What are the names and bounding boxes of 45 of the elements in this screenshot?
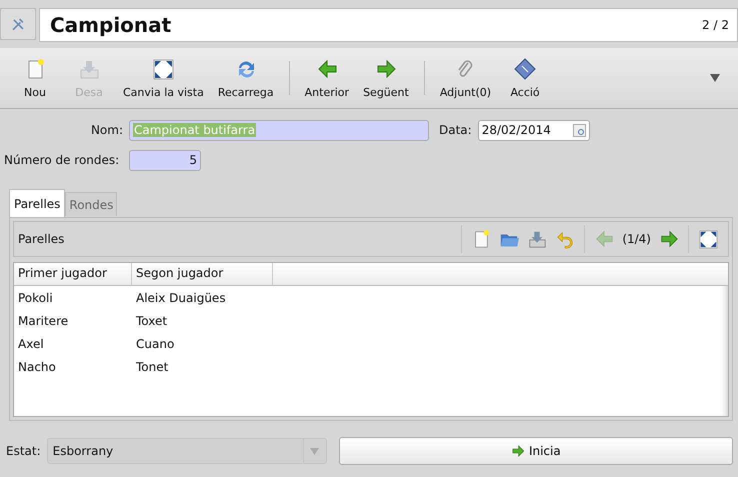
start-button[interactable]: Inicia: [338, 437, 733, 465]
column-header[interactable]: Primer jugador: [14, 263, 132, 285]
table-cell-text: Pokoli: [17, 290, 54, 304]
right-arrow-icon: [510, 444, 525, 458]
table-cell-text: Tonet: [135, 360, 170, 374]
date-field[interactable]: 28/02/2014: [478, 120, 590, 140]
right-arrow-icon: [659, 229, 679, 249]
dropdown-arrow-icon: [310, 448, 320, 454]
right-arrow-icon: [374, 58, 397, 80]
table-cell-text: Nacho: [17, 360, 57, 374]
panel-title: Parelles: [18, 232, 66, 246]
field-label: Número de rondes:: [4, 153, 120, 167]
state-dropdown[interactable]: Esborrany: [46, 438, 327, 464]
tab[interactable]: Parelles: [9, 189, 66, 217]
table-cell-text: Cuano: [135, 336, 176, 350]
toolbar-button[interactable]: Acció: [498, 54, 552, 102]
toolbar-button[interactable]: Anterior: [298, 54, 356, 102]
diamond-icon: [514, 58, 536, 80]
toolbar-button[interactable]: Següent: [356, 54, 416, 102]
field-label: Nom:: [90, 123, 123, 137]
field-label: Estat:: [6, 444, 41, 458]
left-arrow-icon: [594, 229, 614, 249]
table-cell-text: Maritere: [17, 314, 70, 328]
expand-icon: [152, 58, 174, 80]
left-arrow-icon: [316, 58, 338, 80]
dropdown-arrow-icon[interactable]: [710, 74, 720, 82]
tray-icon: [527, 229, 548, 249]
expand-icon: [698, 229, 718, 249]
calendar-icon[interactable]: [572, 124, 586, 136]
window-title: Campionat: [50, 13, 172, 37]
undo-icon: [555, 229, 576, 249]
toolbar-button[interactable]: Nou: [8, 54, 62, 102]
toolbar-button[interactable]: Adjunt(0): [432, 54, 498, 102]
record-counter: 2 / 2: [702, 18, 729, 32]
toolbar-button[interactable]: Canvia la vista: [116, 54, 211, 102]
page-counter: (1/4): [621, 232, 652, 246]
field-label: Data:: [439, 123, 472, 137]
tools-button[interactable]: [0, 8, 36, 40]
toolbar-button[interactable]: Recarrega: [210, 54, 281, 102]
column-header[interactable]: Segon jugador: [132, 263, 273, 285]
tab[interactable]: Rondes: [65, 192, 118, 216]
rounds-field[interactable]: 5: [129, 150, 201, 170]
table-cell-text: Axel: [17, 336, 45, 350]
table-cell-text: Aleix Duaigües: [135, 290, 227, 304]
table-cell-text: Toxet: [135, 314, 168, 328]
